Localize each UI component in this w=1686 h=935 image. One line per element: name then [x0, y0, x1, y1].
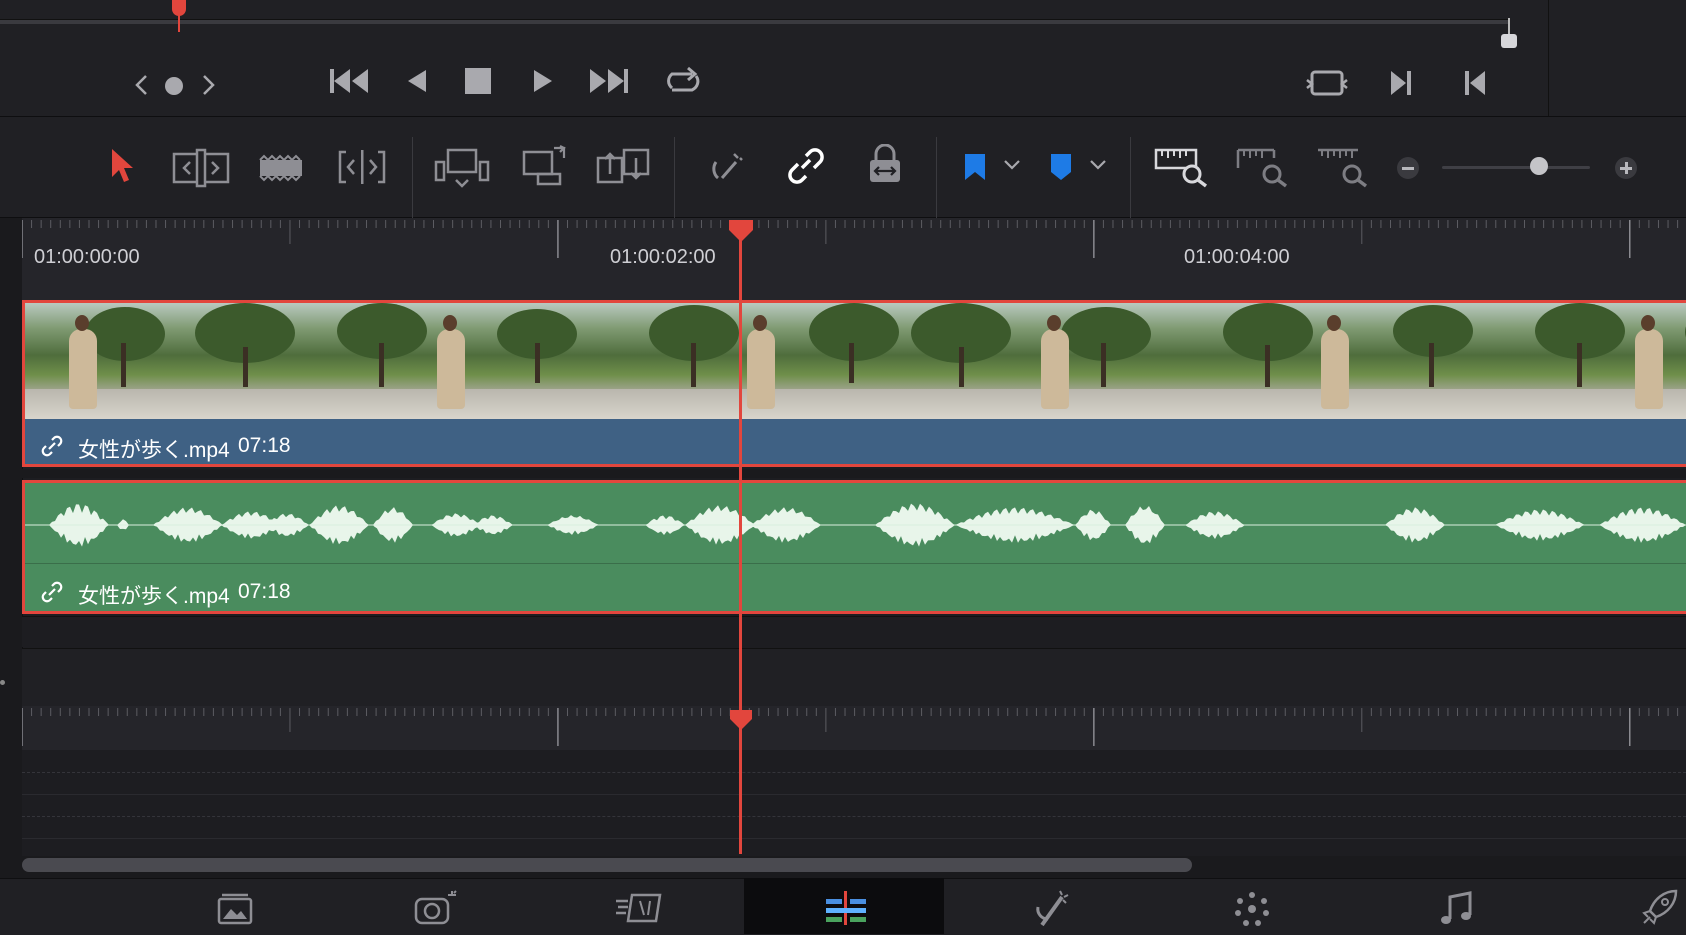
- toolbar-separator: [936, 137, 937, 229]
- thumbnail-frame: [25, 303, 317, 419]
- toolbar-separator: [1130, 137, 1131, 229]
- audio-clip-duration: 07:18: [238, 580, 291, 603]
- dynamic-trim-icon[interactable]: [336, 146, 388, 188]
- deliver-page-icon[interactable]: [1640, 889, 1680, 927]
- stop-icon[interactable]: [465, 68, 491, 94]
- trim-edit-icon[interactable]: [172, 148, 230, 188]
- scrub-bar[interactable]: [0, 19, 1510, 24]
- timeline-ruler[interactable]: [22, 218, 1686, 300]
- blade-icon[interactable]: [258, 152, 304, 182]
- match-frame-icon[interactable]: [1306, 66, 1348, 100]
- prev-clip-icon[interactable]: [132, 72, 152, 98]
- playhead-icon[interactable]: [727, 218, 755, 244]
- flag-icon[interactable]: [962, 152, 988, 182]
- track-header-gutter: [0, 218, 23, 858]
- thumbnail-frame: [901, 303, 1193, 419]
- link-icon: [40, 580, 64, 604]
- audio-lane-divider: [25, 563, 1686, 564]
- toolbar-separator: [674, 137, 675, 229]
- full-zoom-icon[interactable]: [1154, 146, 1210, 188]
- overwrite-clip-icon[interactable]: [520, 144, 570, 188]
- jump-start-icon[interactable]: [328, 66, 372, 96]
- scrub-out-handle[interactable]: [1501, 34, 1517, 48]
- track-gap: [0, 469, 1686, 478]
- marker-icon[interactable]: [1048, 152, 1074, 182]
- lane-separator: [22, 838, 1686, 839]
- video-thumbnails: [25, 303, 1686, 419]
- lane-guide: [22, 816, 1686, 817]
- cut-page-icon[interactable]: [412, 889, 460, 925]
- replace-clip-icon[interactable]: [594, 144, 654, 190]
- toolbar-separator: [412, 137, 413, 229]
- media-page-icon[interactable]: [216, 893, 254, 925]
- zoom-out-icon[interactable]: [1397, 157, 1419, 179]
- jump-end-icon[interactable]: [586, 66, 630, 96]
- lane-guide: [22, 772, 1686, 773]
- fusion-page-icon[interactable]: [822, 889, 870, 927]
- insert-clip-icon[interactable]: [434, 146, 494, 190]
- fairlight-page-icon[interactable]: [1234, 891, 1270, 927]
- video-clip-name: 女性が歩く.mp4: [78, 439, 230, 462]
- marker-dropdown-icon[interactable]: [1089, 158, 1107, 172]
- reverse-play-icon[interactable]: [404, 66, 430, 96]
- custom-zoom-icon[interactable]: [1314, 146, 1370, 188]
- scrub-playhead-line: [178, 14, 180, 32]
- viewer-side-panel: [1548, 0, 1686, 116]
- mini-timeline-lanes: [22, 750, 1686, 858]
- next-edit-icon[interactable]: [1388, 68, 1414, 98]
- thumbnail-frame: [609, 303, 901, 419]
- link-icon: [40, 434, 64, 458]
- play-icon[interactable]: [530, 66, 556, 96]
- selection-tool-icon[interactable]: [108, 147, 136, 185]
- detail-zoom-icon[interactable]: [1234, 146, 1290, 188]
- prev-edit-icon[interactable]: [1462, 68, 1488, 98]
- music-page-icon[interactable]: [1440, 891, 1474, 927]
- linked-selection-icon[interactable]: [786, 146, 826, 186]
- ruler-timecode: 01:00:02:00: [610, 246, 716, 268]
- video-clip-duration: 07:18: [238, 434, 291, 457]
- mini-timeline-ruler[interactable]: [22, 706, 1686, 750]
- color-page-icon[interactable]: [1030, 889, 1074, 927]
- snapping-icon[interactable]: [708, 148, 748, 188]
- ruler-timecode: 01:00:00:00: [34, 246, 140, 268]
- dot-icon[interactable]: [165, 77, 183, 95]
- edit-page-icon[interactable]: [614, 891, 666, 925]
- mini-timeline-header: [22, 648, 1686, 707]
- thumbnail-frame: [1485, 303, 1686, 419]
- next-clip-icon[interactable]: [198, 72, 218, 98]
- ruler-timecode: 01:00:04:00: [1184, 246, 1290, 268]
- playhead-line[interactable]: [739, 228, 742, 854]
- zoom-in-icon[interactable]: [1615, 157, 1637, 179]
- track-dot: [0, 680, 5, 685]
- zoom-slider-knob[interactable]: [1530, 157, 1548, 175]
- thumbnail-frame: [317, 303, 609, 419]
- mini-playhead-icon[interactable]: [728, 708, 754, 732]
- lane-separator: [22, 794, 1686, 795]
- loop-icon[interactable]: [662, 64, 706, 98]
- empty-track: [22, 616, 1686, 647]
- position-lock-icon[interactable]: [866, 144, 904, 186]
- horizontal-scrollbar[interactable]: [22, 858, 1192, 872]
- audio-clip-name: 女性が歩く.mp4: [78, 585, 230, 608]
- thumbnail-frame: [1193, 303, 1485, 419]
- transport-panel: [0, 0, 1686, 117]
- edit-toolbar: [0, 117, 1686, 218]
- zoom-slider[interactable]: [1442, 166, 1590, 169]
- flag-dropdown-icon[interactable]: [1003, 158, 1021, 172]
